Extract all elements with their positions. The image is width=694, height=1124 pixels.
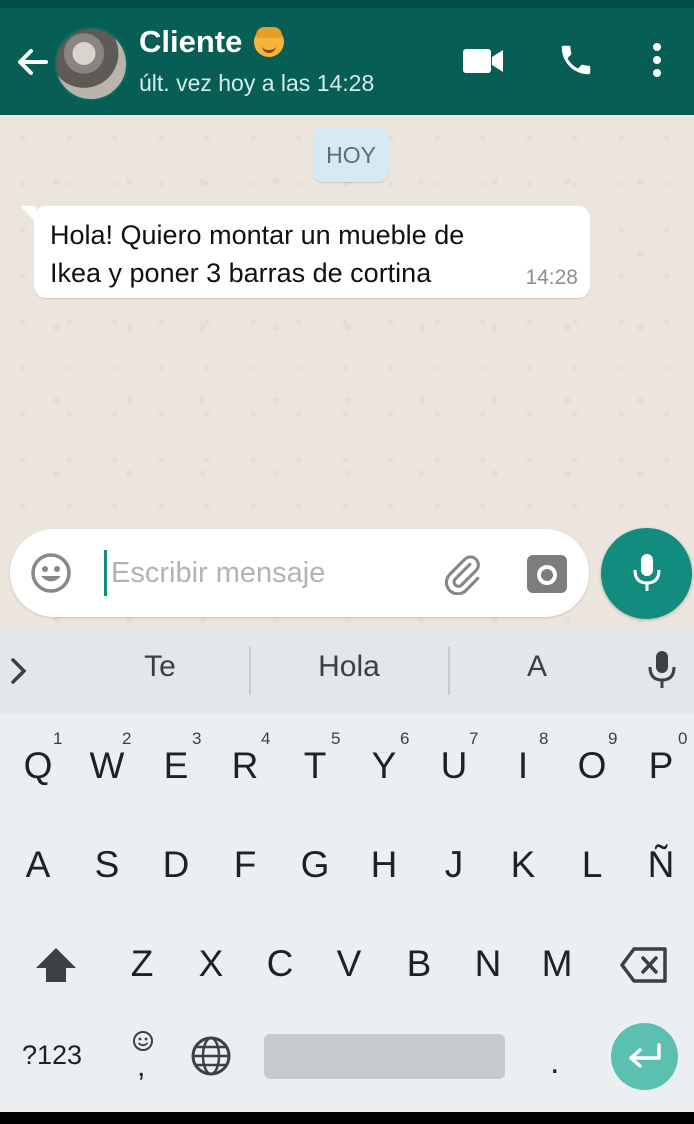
key-k[interactable]: K [493,844,553,886]
suggestion[interactable]: Hola [249,650,449,684]
key-v[interactable]: V [319,943,379,985]
suggestion[interactable]: A [437,650,637,684]
globe-icon[interactable] [190,1035,232,1077]
key-b[interactable]: B [389,943,449,985]
contact-name: Cliente [139,24,243,59]
incoming-message[interactable]: Hola! Quiero montar un mueble de Ikea y … [34,206,590,298]
last-seen-status: últ. vez hoy a las 14:28 [139,70,375,96]
voice-typing-mic-icon[interactable] [647,650,677,690]
key-u[interactable]: U [424,745,484,787]
contact-avatar[interactable] [54,27,128,101]
key-z[interactable]: Z [112,943,172,985]
key-l[interactable]: L [562,844,622,886]
message-line: Ikea y poner 3 barras de cortina [50,258,432,288]
shift-icon[interactable] [34,946,78,984]
more-vert-icon[interactable] [651,42,663,78]
emoji-shortcut-icon [133,1031,153,1051]
phone-call-icon[interactable] [557,41,595,79]
enter-key[interactable] [611,1023,678,1090]
key-h[interactable]: H [354,844,414,886]
emoji-icon[interactable] [30,552,72,594]
key-a[interactable]: A [8,844,68,886]
navigation-bar [0,1112,694,1124]
suggestion[interactable]: Te [60,650,260,684]
key-w[interactable]: W [77,745,137,787]
key-i[interactable]: I [493,745,553,787]
key-x[interactable]: X [181,943,241,985]
enter-icon [629,1043,661,1068]
key-m[interactable]: M [527,943,587,985]
key-r[interactable]: R [215,745,275,787]
period-key[interactable]: . [550,1043,559,1082]
key-j[interactable]: J [424,844,484,886]
message-text: Hola! Quiero montar un mueble de Ikea y … [50,216,530,292]
comma-key[interactable]: , [137,1050,145,1084]
key-n[interactable]: N [458,943,518,985]
mic-icon [633,554,661,591]
suggestion-strip: Te Hola A [0,628,694,714]
soft-keyboard: Te Hola A 1 2 3 4 5 6 7 8 9 0 Q W E R T … [0,628,694,1112]
key-s[interactable]: S [77,844,137,886]
man-face-emoji-icon [254,27,285,57]
camera-icon[interactable] [526,554,568,594]
status-bar [0,0,694,8]
key-enye[interactable]: Ñ [631,844,691,886]
day-divider: HOY [313,128,389,182]
contact-title[interactable]: Cliente [139,24,285,60]
backspace-icon[interactable] [619,946,669,984]
key-c[interactable]: C [250,943,310,985]
message-input[interactable] [104,550,431,596]
key-g[interactable]: G [285,844,345,886]
key-e[interactable]: E [146,745,206,787]
back-arrow-icon[interactable] [12,42,52,82]
attach-icon[interactable] [441,553,483,595]
message-line: Hola! Quiero montar un mueble de [50,220,465,250]
video-call-icon[interactable] [462,46,504,76]
key-d[interactable]: D [146,844,206,886]
key-o[interactable]: O [562,745,622,787]
key-f[interactable]: F [215,844,275,886]
message-composer [10,529,589,617]
key-t[interactable]: T [285,745,345,787]
chat-header: Cliente últ. vez hoy a las 14:28 [0,0,694,115]
key-q[interactable]: Q [8,745,68,787]
key-p[interactable]: P [631,745,691,787]
message-time: 14:28 [525,266,578,289]
symbols-key[interactable]: ?123 [22,1040,82,1071]
chevron-right-icon[interactable] [4,654,34,688]
space-bar[interactable] [264,1034,505,1079]
voice-record-button[interactable] [601,528,692,619]
key-y[interactable]: Y [354,745,414,787]
